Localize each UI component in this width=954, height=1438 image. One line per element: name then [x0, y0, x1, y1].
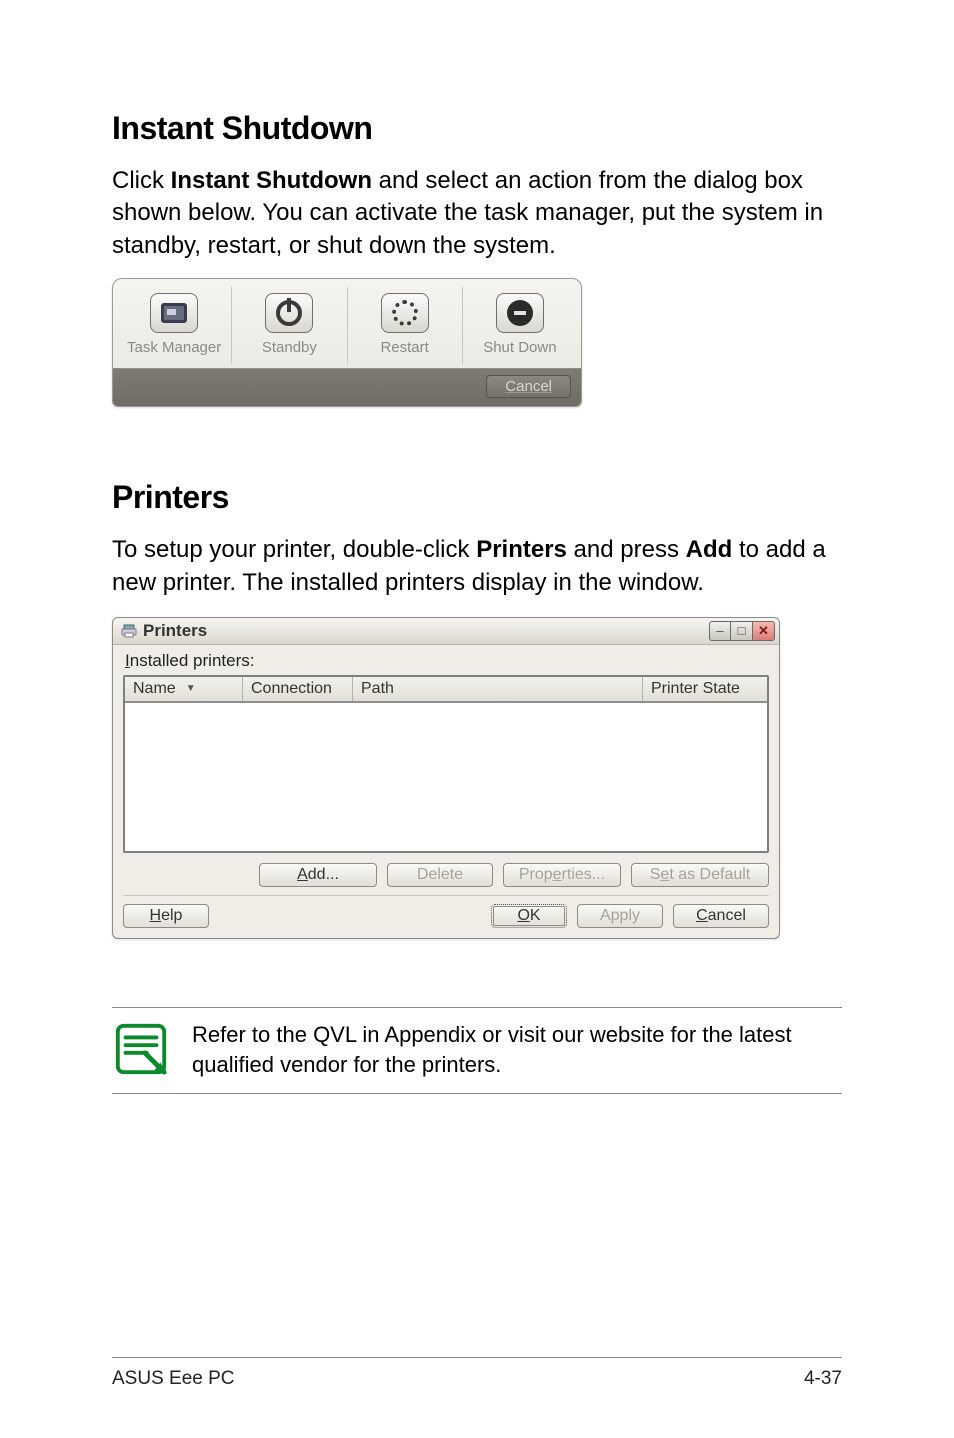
printers-paragraph: To setup your printer, double-click Prin… [112, 534, 842, 599]
restart-icon [381, 293, 429, 333]
column-name-label: Name [133, 680, 176, 698]
shutdown-options-row: Task Manager Standby Restart Shut Down [113, 279, 581, 368]
mnemonic: e [660, 866, 669, 883]
shutdown-dialog-footer: Cancel [113, 368, 581, 406]
shut-down-label: Shut Down [465, 339, 575, 356]
footer-page-number: 4-37 [804, 1368, 842, 1390]
task-manager-icon [150, 293, 198, 333]
text: rties... [562, 866, 606, 883]
minimize-button[interactable]: ‒ [709, 621, 731, 641]
shut-down-option[interactable]: Shut Down [463, 287, 577, 364]
sort-arrow-icon: ▼ [186, 683, 196, 694]
properties-button: Properties... [503, 863, 621, 887]
text: dd... [308, 866, 339, 883]
text: ancel [708, 907, 746, 924]
task-manager-option[interactable]: Task Manager [117, 287, 232, 364]
heading-printers: Printers [112, 479, 842, 516]
list-header: Name ▼ Connection Path Printer State [125, 677, 767, 703]
text: Prop [519, 866, 553, 883]
shut-down-icon [496, 293, 544, 333]
titlebar: Printers ‒ □ ✕ [113, 618, 779, 645]
close-button[interactable]: ✕ [753, 621, 775, 641]
text-bold: Add [686, 536, 733, 563]
cancel-button[interactable]: Cancel [486, 375, 571, 398]
restart-option[interactable]: Restart [348, 287, 463, 364]
text: K [530, 907, 541, 924]
cancel-button[interactable]: Cancel [673, 904, 769, 928]
delete-button: Delete [387, 863, 493, 887]
text: and press [567, 536, 686, 563]
mnemonic: C [696, 907, 708, 924]
text-bold: Instant Shutdown [171, 167, 372, 194]
help-button[interactable]: Help [123, 904, 209, 928]
text-bold: Printers [476, 536, 567, 563]
footer-left: ASUS Eee PC [112, 1368, 235, 1390]
text: nstalled printers: [130, 651, 255, 670]
note-text: Refer to the QVL in Appendix or visit ou… [192, 1020, 842, 1079]
note-icon [112, 1020, 170, 1078]
text: Click [112, 167, 171, 194]
apply-button: Apply [577, 904, 663, 928]
instant-shutdown-paragraph: Click Instant Shutdown and select an act… [112, 165, 842, 262]
maximize-button[interactable]: □ [731, 621, 753, 641]
text: t as Default [669, 866, 750, 883]
mnemonic: e [553, 866, 562, 883]
add-button[interactable]: Add... [259, 863, 377, 887]
text: elp [161, 907, 182, 924]
column-path[interactable]: Path [353, 677, 643, 701]
restart-label: Restart [350, 339, 460, 356]
task-manager-label: Task Manager [119, 339, 229, 356]
printers-window: Printers ‒ □ ✕ Installed printers: Name … [112, 617, 780, 939]
standby-label: Standby [234, 339, 344, 356]
mnemonic: H [150, 907, 162, 924]
mnemonic: O [517, 907, 529, 924]
column-printer-state[interactable]: Printer State [643, 677, 767, 701]
window-controls: ‒ □ ✕ [709, 621, 775, 641]
printer-icon [121, 623, 137, 639]
page-footer: ASUS Eee PC 4-37 [112, 1357, 842, 1390]
action-button-row: Add... Delete Properties... Set as Defau… [123, 853, 769, 893]
column-connection[interactable]: Connection [243, 677, 353, 701]
installed-printers-label: Installed printers: [123, 649, 769, 675]
mnemonic: A [297, 866, 308, 883]
heading-instant-shutdown: Instant Shutdown [112, 110, 842, 147]
separator [123, 895, 769, 896]
set-as-default-button: Set as Default [631, 863, 769, 887]
standby-option[interactable]: Standby [232, 287, 347, 364]
text: To setup your printer, double-click [112, 536, 476, 563]
window-title: Printers [143, 621, 207, 641]
printers-list[interactable]: Name ▼ Connection Path Printer State [123, 675, 769, 853]
text: S [650, 866, 661, 883]
note-block: Refer to the QVL in Appendix or visit ou… [112, 1007, 842, 1094]
column-name[interactable]: Name ▼ [125, 677, 243, 701]
instant-shutdown-dialog: Task Manager Standby Restart Shut Down C… [112, 278, 582, 407]
dialog-bottom-row: Help OK Apply Cancel [123, 904, 769, 928]
ok-button[interactable]: OK [491, 904, 567, 928]
standby-icon [265, 293, 313, 333]
